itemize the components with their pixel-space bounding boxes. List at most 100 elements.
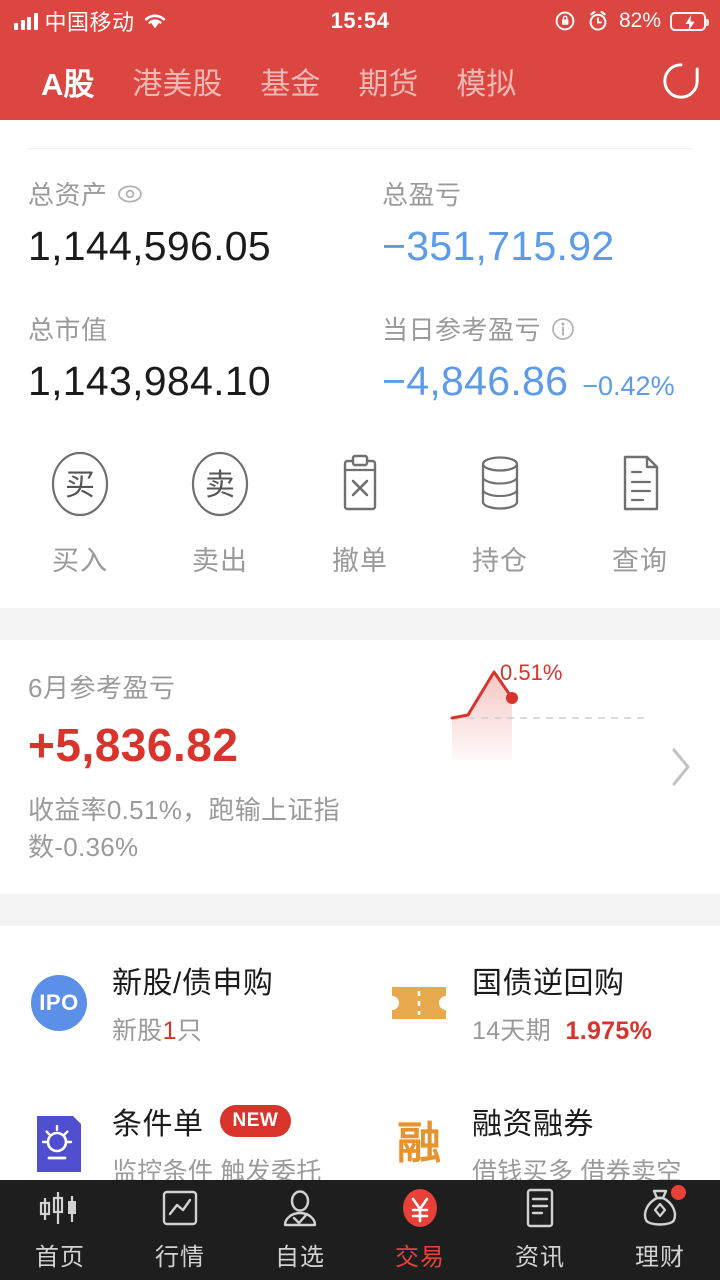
feature-conditional-order-title-wrap: 条件单 NEW <box>112 1099 322 1143</box>
top-nav: A股 港美股 基金 期货 模拟 <box>0 42 720 120</box>
total-assets-label: 总资产 <box>28 180 108 210</box>
nav-home-label: 首页 <box>35 1243 85 1271</box>
tab-hk-us-stocks[interactable]: 港美股 <box>113 59 241 103</box>
market-value-value: 1,143,984.10 <box>28 358 271 404</box>
monthly-pnl-subtitle: 收益率0.51%，跑输上证指数-0.36% <box>28 795 340 862</box>
today-pnl-percent: −0.42% <box>582 371 675 401</box>
feature-conditional-order[interactable]: 条件单 NEW 监控条件 触发委托 <box>0 1073 360 1180</box>
feature-row-2: 条件单 NEW 监控条件 触发委托 融 融资融券 借钱买多 借券卖空 <box>0 1073 720 1180</box>
main-scroll-area: · · · · 总资产 1,144,596.05 总盈 <box>0 120 720 1180</box>
action-buy-label: 买入 <box>52 546 108 576</box>
margin-trading-icon: 融 <box>388 1113 450 1175</box>
feature-margin-trading[interactable]: 融 融资融券 借钱买多 借券卖空 <box>360 1073 720 1180</box>
section-spacer-2 <box>0 894 720 926</box>
action-query[interactable]: 查询 <box>570 447 710 578</box>
battery-charging-icon <box>670 11 709 31</box>
nav-trade[interactable]: 交易 <box>360 1187 480 1272</box>
total-assets-cell: 总资产 1,144,596.05 <box>28 175 360 270</box>
nav-wealth[interactable]: 理财 <box>600 1184 720 1272</box>
action-query-label: 查询 <box>612 546 668 576</box>
rotation-lock-icon <box>555 11 575 31</box>
today-pnl-cell: 当日参考盈亏 −4,846.86 −0.42% <box>360 310 692 405</box>
refresh-icon[interactable] <box>660 60 702 102</box>
nav-watchlist[interactable]: 自选 <box>240 1187 360 1272</box>
feature-margin-trading-text: 融资融券 借钱买多 借券卖空 <box>472 1099 682 1180</box>
asset-row-1: 总资产 1,144,596.05 总盈亏 −351,715.92 <box>28 175 692 270</box>
watchlist-person-icon <box>279 1187 321 1229</box>
nav-market-label: 行情 <box>155 1243 205 1271</box>
tab-a-shares[interactable]: A股 <box>22 59 113 104</box>
asset-summary: 总资产 1,144,596.05 总盈亏 −351,715.92 总市值 1,1… <box>0 149 720 405</box>
alarm-icon <box>589 10 607 31</box>
today-pnl-values: −4,846.86 −0.42% <box>382 358 692 405</box>
wealth-moneybag-icon <box>638 1184 686 1229</box>
today-pnl-label: 当日参考盈亏 <box>382 315 542 345</box>
query-document-icon <box>623 455 659 511</box>
nav-news-label: 资讯 <box>515 1243 565 1271</box>
action-buttons-row: 买 买入 卖 卖出 撤单 持仓 查询 <box>0 447 720 608</box>
sell-circle-icon: 卖 <box>191 451 249 517</box>
feature-new-share-subscription[interactable]: IPO 新股/债申购 新股1只 <box>0 932 360 1073</box>
conditional-order-bulb-icon <box>28 1113 90 1175</box>
sparkline-value-label: 0.51% <box>500 660 563 685</box>
tab-simulation[interactable]: 模拟 <box>437 59 535 103</box>
total-pnl-cell: 总盈亏 −351,715.92 <box>360 175 692 270</box>
nav-home[interactable]: 首页 <box>0 1187 120 1272</box>
monthly-pnl-card[interactable]: 6月参考盈亏 +5,836.82 收益率0.51%，跑输上证指数-0.36% 0… <box>0 640 720 894</box>
feature-reverse-repo[interactable]: 国债逆回购 14天期 1.975% <box>360 932 720 1073</box>
feature-row-1: IPO 新股/债申购 新股1只 国债逆回购 14天期 1.975% <box>0 932 720 1073</box>
trade-yuan-icon <box>397 1187 443 1229</box>
battery-percent-label: 82% <box>618 9 661 32</box>
nav-news[interactable]: 资讯 <box>480 1187 600 1272</box>
holdings-database-icon <box>481 456 519 510</box>
total-assets-label-wrap: 总资产 <box>28 175 360 212</box>
action-cancel-order[interactable]: 撤单 <box>290 447 430 578</box>
monthly-pnl-amount: +5,836.82 <box>28 719 239 771</box>
action-holdings[interactable]: 持仓 <box>430 447 570 578</box>
feature-new-share-sub: 新股1只 <box>112 1011 273 1047</box>
monthly-pnl-text: 6月参考盈亏 +5,836.82 收益率0.51%，跑输上证指数-0.36% <box>28 668 428 864</box>
news-document-icon <box>520 1187 560 1229</box>
feature-reverse-repo-title: 国债逆回购 <box>472 967 625 1000</box>
ipo-badge-icon: IPO <box>28 972 90 1034</box>
clipped-header-remnant: · · · · <box>0 120 720 134</box>
nav-wealth-label: 理财 <box>635 1243 685 1271</box>
feature-grid: IPO 新股/债申购 新股1只 国债逆回购 14天期 1.975% 条件单 NE… <box>0 926 720 1180</box>
feature-conditional-order-sub: 监控条件 触发委托 <box>112 1158 322 1180</box>
feature-new-share-title: 新股/债申购 <box>112 967 274 1000</box>
bottom-nav: 首页 行情 自选 交易 资讯 理财 <box>0 1180 720 1280</box>
eye-toggle-icon[interactable] <box>117 181 143 207</box>
status-bar: 中国移动 15:54 82% <box>0 0 720 42</box>
new-share-sub-prefix: 新股 <box>112 1017 163 1045</box>
action-cancel-order-label: 撤单 <box>332 546 388 576</box>
candlestick-icon <box>37 1187 83 1229</box>
feature-reverse-repo-text: 国债逆回购 14天期 1.975% <box>472 958 652 1047</box>
feature-reverse-repo-sub: 14天期 1.975% <box>472 1011 652 1047</box>
nav-market[interactable]: 行情 <box>120 1187 240 1272</box>
market-value-cell: 总市值 1,143,984.10 <box>28 310 360 405</box>
chevron-right-icon[interactable] <box>668 745 694 789</box>
today-pnl-label-wrap: 当日参考盈亏 <box>382 310 692 347</box>
action-sell-label: 卖出 <box>192 546 248 576</box>
market-value-label-wrap: 总市值 <box>28 310 360 347</box>
feature-conditional-order-text: 条件单 NEW 监控条件 触发委托 <box>112 1099 322 1180</box>
feature-margin-trading-title: 融资融券 <box>472 1108 594 1141</box>
market-value-label: 总市值 <box>28 315 108 345</box>
tab-futures[interactable]: 期货 <box>339 59 437 103</box>
total-assets-value: 1,144,596.05 <box>28 223 271 269</box>
new-badge: NEW <box>219 1105 292 1137</box>
nav-trade-label: 交易 <box>395 1243 445 1271</box>
ipo-badge-text: IPO <box>31 974 87 1031</box>
total-pnl-value: −351,715.92 <box>382 223 615 269</box>
repo-rate: 1.975% <box>565 1017 653 1045</box>
repo-term: 14天期 <box>472 1017 552 1045</box>
new-share-count: 1 <box>162 1017 177 1045</box>
tab-funds[interactable]: 基金 <box>241 59 339 103</box>
action-sell[interactable]: 卖 卖出 <box>150 447 290 578</box>
feature-conditional-order-title: 条件单 <box>112 1108 204 1141</box>
action-buy[interactable]: 买 买入 <box>10 447 150 578</box>
info-icon[interactable] <box>550 316 576 342</box>
svg-text:卖: 卖 <box>205 469 235 502</box>
feature-margin-trading-sub: 借钱买多 借券卖空 <box>472 1158 682 1180</box>
asset-row-2: 总市值 1,143,984.10 当日参考盈亏 −4,846.86 −0.42% <box>28 310 692 405</box>
